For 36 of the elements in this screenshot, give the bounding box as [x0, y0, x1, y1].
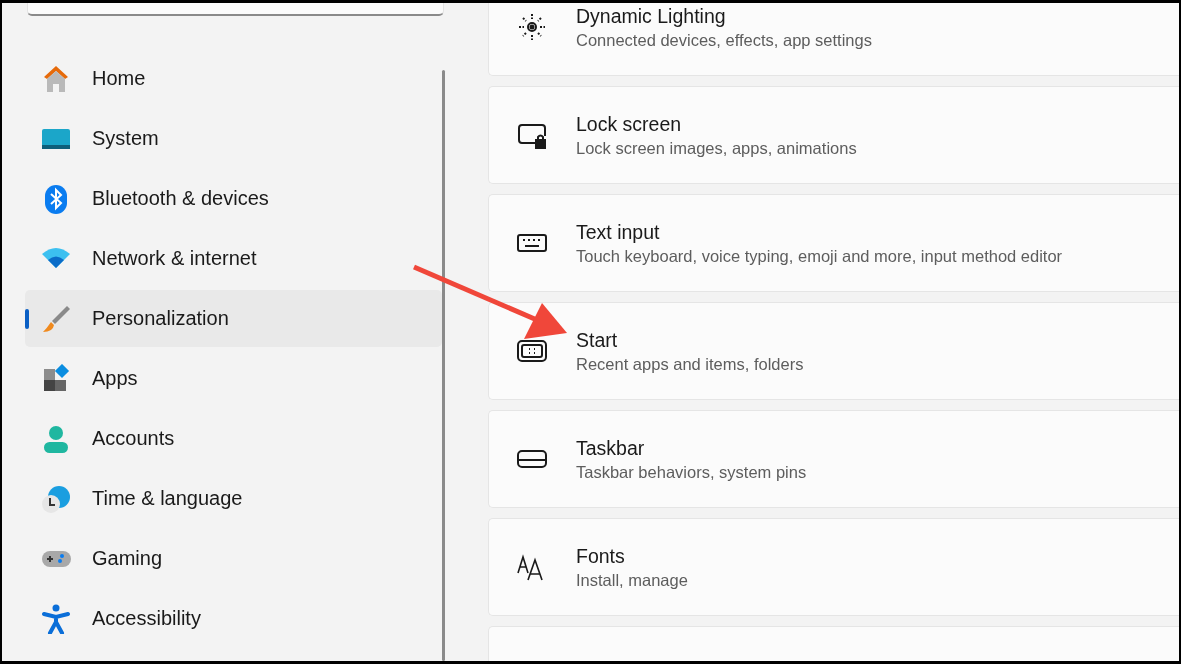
setting-description: Connected devices, effects, app settings	[576, 30, 872, 50]
settings-card[interactable]: Taskbar Taskbar behaviors, system pins	[488, 410, 1179, 508]
settings-card[interactable]: Start Recent apps and items, folders	[488, 302, 1179, 400]
nav-item[interactable]: Network & internet	[25, 230, 442, 287]
apps-icon	[41, 363, 71, 394]
settings-card[interactable]: Lock screen Lock screen images, apps, animations	[488, 86, 1179, 184]
setting-title: Start	[576, 328, 619, 352]
nav-item[interactable]: Apps	[25, 350, 442, 407]
settings-card[interactable]: Fonts Install, manage	[488, 518, 1179, 616]
setting-title: Taskbar	[576, 436, 646, 460]
paintbrush-icon	[41, 303, 71, 334]
nav-item[interactable]: Personalization	[25, 290, 442, 347]
setting-title: Lock screen	[576, 112, 683, 136]
setting-title: Text input	[576, 220, 661, 244]
nav-item[interactable]: System	[25, 110, 442, 167]
selection-indicator	[25, 309, 29, 329]
setting-description: Recent apps and items, folders	[576, 354, 804, 374]
nav-item[interactable]: Time & language	[25, 470, 442, 527]
setting-description: Taskbar behaviors, system pins	[576, 462, 807, 482]
person-icon	[41, 423, 71, 454]
setting-description: Touch keyboard, voice typing, emoji and more, input method editor	[576, 246, 1063, 266]
nav-item[interactable]: Accessibility	[25, 590, 442, 647]
settings-card[interactable]: Text input Touch keyboard, voice typing, emoji and more, input method editor	[488, 194, 1179, 292]
setting-description: Lock screen images, apps, animations	[576, 138, 857, 158]
nav-item[interactable]: Bluetooth & devices	[25, 170, 442, 227]
setting-title: Dynamic Lighting	[576, 4, 727, 28]
light-icon	[516, 11, 548, 43]
setting-description: Install, manage	[576, 570, 688, 590]
nav-item[interactable]: Gaming	[25, 530, 442, 587]
scrollbar[interactable]	[442, 70, 445, 661]
nav-item[interactable]: Accounts	[25, 410, 442, 467]
nav-item[interactable]: Home	[25, 50, 442, 107]
settings-card[interactable]: Dynamic Lighting Connected devices, effects, app settings	[488, 3, 1179, 76]
globe-clock-icon	[41, 483, 71, 514]
setting-title: Fonts	[576, 544, 626, 568]
accessibility-icon	[41, 603, 71, 634]
